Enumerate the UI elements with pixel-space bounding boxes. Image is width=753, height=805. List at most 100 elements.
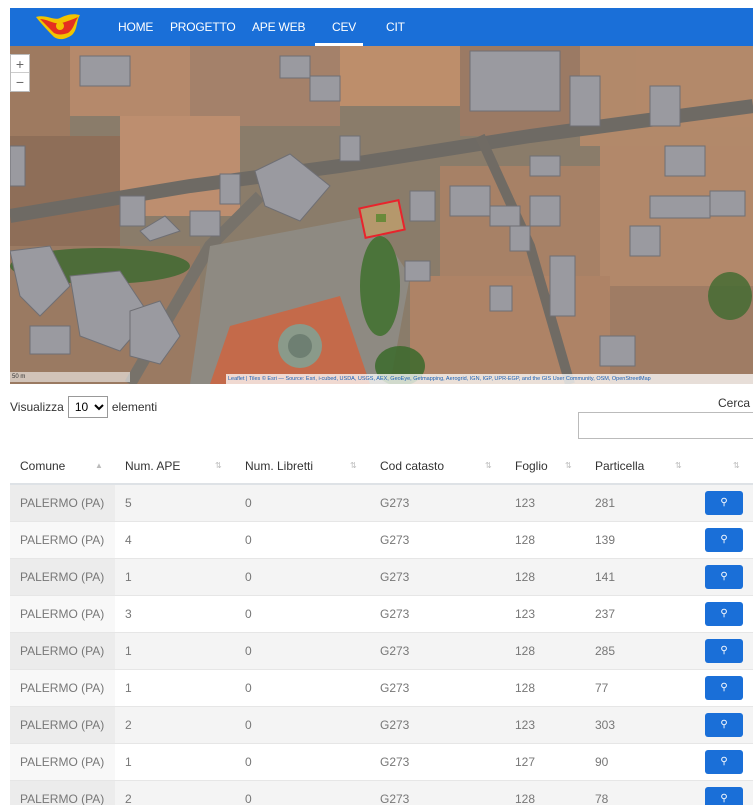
table-cell: PALERMO (PA) [10, 742, 115, 780]
table-body: PALERMO (PA) 5 0 G273 123 281 ⚲ PALERMO (PA) 4 0 G… [10, 483, 753, 805]
view-details-button[interactable]: ⚲ [705, 638, 743, 663]
table-cell: 0 [235, 742, 370, 780]
table-cell: 77 [585, 668, 695, 706]
table-cell: PALERMO (PA) [10, 631, 115, 669]
table-cell: G273 [370, 742, 505, 780]
view-details-button[interactable]: ⚲ [705, 527, 743, 552]
action-cell: ⚲ [695, 742, 753, 780]
nav-item-ape-web[interactable]: APE WEB [252, 20, 305, 34]
table-cell: 123 [505, 483, 585, 521]
table-row: PALERMO (PA) 2 0 G273 128 78 ⚲ [10, 779, 753, 805]
sicily-trinacria-logo[interactable] [32, 11, 84, 43]
search-label: Cerca [718, 396, 751, 410]
table-row: PALERMO (PA) 4 0 G273 128 139 ⚲ [10, 520, 753, 558]
action-cell: ⚲ [695, 705, 753, 743]
table-cell: 128 [505, 557, 585, 595]
zoom-in-button[interactable]: + [11, 55, 29, 73]
column-header-cod-catasto[interactable]: Cod catasto ⇅ [370, 448, 505, 485]
sort-icon[interactable]: ⇅ [485, 461, 492, 470]
column-header-label: Num. Libretti [245, 458, 314, 473]
column-header-num-ape[interactable]: Num. APE ⇅ [115, 448, 235, 485]
table-cell: G273 [370, 631, 505, 669]
table-cell: 303 [585, 705, 695, 743]
table-cell: 237 [585, 594, 695, 632]
map-scale: 50 m [10, 372, 130, 382]
table-cell: 0 [235, 483, 370, 521]
table-cell: 4 [115, 520, 235, 558]
table-cell: 1 [115, 631, 235, 669]
column-header-comune[interactable]: Comune ▲ [10, 448, 115, 485]
table-cell: 139 [585, 520, 695, 558]
sort-icon[interactable]: ⇅ [733, 461, 740, 470]
view-details-button[interactable]: ⚲ [705, 675, 743, 700]
table-cell: 2 [115, 705, 235, 743]
table-cell: 1 [115, 742, 235, 780]
nav-item-cev[interactable]: CEV [332, 20, 356, 34]
view-details-button[interactable]: ⚲ [705, 786, 743, 805]
zoom-control: + − [10, 54, 30, 92]
action-cell: ⚲ [695, 631, 753, 669]
table-cell: 0 [235, 668, 370, 706]
nav-item-cit[interactable]: CIT [386, 20, 405, 34]
page-length-select[interactable]: 10 [67, 396, 108, 418]
column-header-actions[interactable]: ⇅ [695, 448, 753, 485]
table-cell: 5 [115, 483, 235, 521]
nav-item-progetto[interactable]: PROGETTO [170, 20, 236, 34]
map-attribution[interactable]: Leaflet | Tiles © Esri — Source: Esri, i… [226, 374, 753, 384]
table-cell: 0 [235, 520, 370, 558]
table-cell: 128 [505, 668, 585, 706]
table-cell: G273 [370, 779, 505, 805]
table-cell: PALERMO (PA) [10, 483, 115, 521]
table-cell: G273 [370, 668, 505, 706]
column-header-foglio[interactable]: Foglio ⇅ [505, 448, 585, 485]
table-cell: 141 [585, 557, 695, 595]
sort-icon[interactable]: ▲ [95, 461, 103, 470]
nav-item-home[interactable]: HOME [118, 20, 153, 34]
table-row: PALERMO (PA) 1 0 G273 128 77 ⚲ [10, 668, 753, 706]
action-cell: ⚲ [695, 483, 753, 521]
column-header-num-libretti[interactable]: Num. Libretti ⇅ [235, 448, 370, 485]
sort-icon[interactable]: ⇅ [215, 461, 222, 470]
action-cell: ⚲ [695, 594, 753, 632]
table-cell: 0 [235, 557, 370, 595]
view-details-button[interactable]: ⚲ [705, 712, 743, 737]
show-label: Visualizza [10, 400, 64, 414]
sort-icon[interactable]: ⇅ [675, 461, 682, 470]
view-details-button[interactable]: ⚲ [705, 490, 743, 515]
map-tiles[interactable] [10, 46, 753, 384]
table-cell: 1 [115, 557, 235, 595]
table-cell: 78 [585, 779, 695, 805]
table-cell: 0 [235, 631, 370, 669]
table-cell: 0 [235, 779, 370, 805]
table-cell: G273 [370, 557, 505, 595]
action-cell: ⚲ [695, 779, 753, 805]
sort-icon[interactable]: ⇅ [565, 461, 572, 470]
table-cell: 281 [585, 483, 695, 521]
table-row: PALERMO (PA) 5 0 G273 123 281 ⚲ [10, 483, 753, 521]
table-cell: 90 [585, 742, 695, 780]
view-details-button[interactable]: ⚲ [705, 564, 743, 589]
table-row: PALERMO (PA) 1 0 G273 127 90 ⚲ [10, 742, 753, 780]
table-cell: 285 [585, 631, 695, 669]
action-cell: ⚲ [695, 668, 753, 706]
column-header-particella[interactable]: Particella ⇅ [585, 448, 695, 485]
zoom-out-button[interactable]: − [11, 73, 29, 91]
sort-icon[interactable]: ⇅ [350, 461, 357, 470]
table-row: PALERMO (PA) 2 0 G273 123 303 ⚲ [10, 705, 753, 743]
search-input[interactable] [578, 412, 753, 439]
table-cell: 128 [505, 779, 585, 805]
table-cell: PALERMO (PA) [10, 594, 115, 632]
view-details-button[interactable]: ⚲ [705, 601, 743, 626]
table-cell: 3 [115, 594, 235, 632]
table-row: PALERMO (PA) 3 0 G273 123 237 ⚲ [10, 594, 753, 632]
satellite-map[interactable]: + − 50 m Leaflet | Tiles © Esri — Source… [10, 46, 753, 384]
table-header-row: Comune ▲ Num. APE ⇅ Num. Libretti ⇅ Cod catast… [10, 448, 753, 485]
table-cell: 123 [505, 705, 585, 743]
table-cell: 128 [505, 520, 585, 558]
action-cell: ⚲ [695, 557, 753, 595]
action-cell: ⚲ [695, 520, 753, 558]
table-cell: 0 [235, 705, 370, 743]
view-details-button[interactable]: ⚲ [705, 749, 743, 774]
table-cell: 128 [505, 631, 585, 669]
page-length-control: Visualizza 10 elementi [10, 396, 157, 418]
